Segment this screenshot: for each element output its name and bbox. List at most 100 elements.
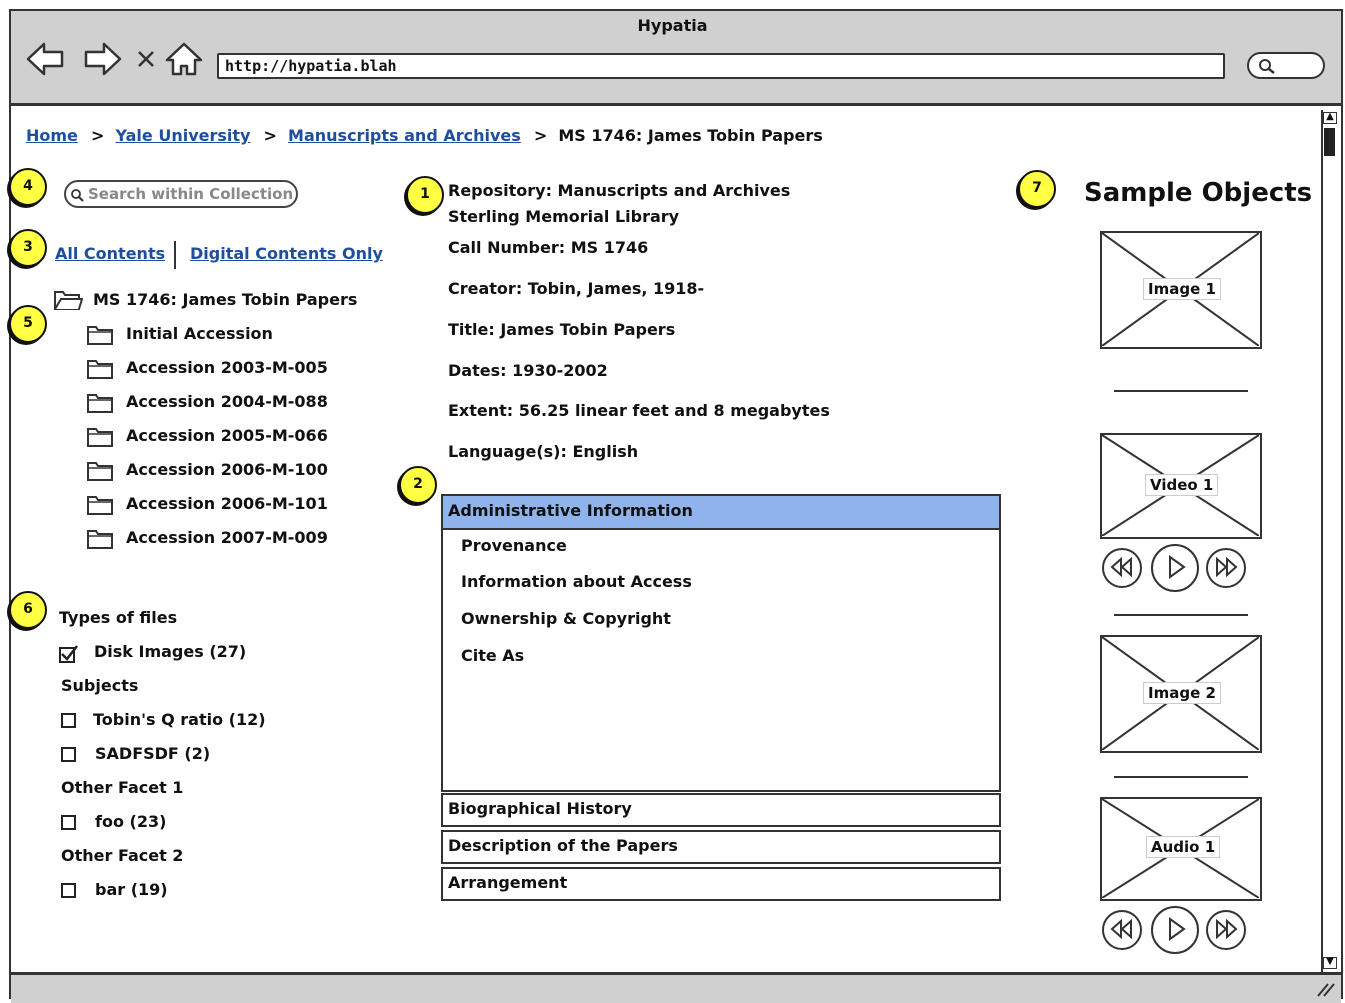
scroll-down-icon[interactable]: ▼ bbox=[1323, 957, 1337, 969]
breadcrumb-manuscripts[interactable]: Manuscripts and Archives bbox=[288, 126, 521, 145]
toggle-divider bbox=[174, 241, 176, 269]
accordion-link-provenance[interactable]: Provenance bbox=[461, 536, 567, 555]
checkbox[interactable] bbox=[61, 747, 76, 762]
folder-icon bbox=[87, 462, 113, 481]
play-button[interactable] bbox=[1151, 544, 1199, 592]
play-button[interactable] bbox=[1151, 906, 1199, 954]
facet-heading-types: Types of files bbox=[59, 608, 178, 627]
facet-option-foo[interactable]: foo (23) bbox=[95, 812, 166, 831]
forward-arrow-icon[interactable] bbox=[84, 42, 122, 76]
detail-dates: Dates: 1930-2002 bbox=[448, 361, 608, 380]
accordion-header-arrangement[interactable]: Arrangement bbox=[441, 867, 1001, 901]
accordion-link-cite-as[interactable]: Cite As bbox=[461, 646, 524, 665]
folder-icon bbox=[87, 394, 113, 413]
fast-forward-icon bbox=[1216, 556, 1238, 578]
object-label: Video 1 bbox=[1145, 474, 1219, 496]
breadcrumb-home[interactable]: Home bbox=[26, 126, 78, 145]
folder-icon bbox=[87, 360, 113, 379]
detail-language: Language(s): English bbox=[448, 442, 639, 461]
annotation-marker-6: 6 bbox=[9, 591, 47, 629]
folder-icon bbox=[87, 496, 113, 515]
accordion-header-biographical[interactable]: Biographical History bbox=[441, 793, 1001, 827]
fast-forward-icon bbox=[1216, 918, 1238, 940]
status-bar bbox=[11, 972, 1341, 1003]
accordion-link-access[interactable]: Information about Access bbox=[461, 572, 692, 591]
facet-option-sadfsdf[interactable]: SADFSDF (2) bbox=[95, 744, 210, 763]
facet-option-bar[interactable]: bar (19) bbox=[95, 880, 168, 899]
rewind-icon bbox=[1110, 918, 1132, 940]
collection-search-input[interactable]: Search within Collection bbox=[64, 180, 298, 208]
object-label: Image 2 bbox=[1143, 682, 1221, 704]
play-icon bbox=[1169, 917, 1186, 941]
tree-item[interactable]: Accession 2005-M-066 bbox=[126, 426, 328, 445]
digital-contents-link[interactable]: Digital Contents Only bbox=[190, 244, 383, 263]
search-placeholder: Search within Collection bbox=[88, 185, 294, 203]
search-icon bbox=[71, 189, 84, 202]
tree-item[interactable]: Accession 2003-M-005 bbox=[126, 358, 328, 377]
scroll-up-icon[interactable]: ▲ bbox=[1323, 112, 1337, 124]
tree-item[interactable]: Accession 2007-M-009 bbox=[126, 528, 328, 547]
detail-creator: Creator: Tobin, James, 1918- bbox=[448, 279, 705, 298]
checkbox-checked[interactable] bbox=[58, 644, 80, 664]
detail-extent: Extent: 56.25 linear feet and 8 megabyte… bbox=[448, 401, 830, 420]
home-icon[interactable] bbox=[165, 42, 203, 76]
facet-heading-other2: Other Facet 2 bbox=[61, 846, 184, 865]
breadcrumb-separator: > bbox=[263, 126, 277, 145]
tree-item[interactable]: Accession 2006-M-101 bbox=[126, 494, 328, 513]
scrollbar[interactable] bbox=[1321, 110, 1341, 972]
search-icon bbox=[1259, 59, 1275, 74]
tree-item[interactable]: Accession 2004-M-088 bbox=[126, 392, 328, 411]
annotation-marker-5: 5 bbox=[9, 305, 47, 343]
breadcrumb-separator: > bbox=[91, 126, 105, 145]
fast-forward-button[interactable] bbox=[1206, 548, 1246, 588]
accordion-header-administrative[interactable]: Administrative Information bbox=[441, 494, 1001, 530]
fast-forward-button[interactable] bbox=[1206, 910, 1246, 950]
tree-item[interactable]: Accession 2006-M-100 bbox=[126, 460, 328, 479]
object-separator bbox=[1114, 776, 1248, 778]
object-label: Image 1 bbox=[1143, 278, 1221, 300]
rewind-button[interactable] bbox=[1102, 910, 1142, 950]
detail-repository-line2: Sterling Memorial Library bbox=[448, 207, 680, 226]
annotation-marker-1: 1 bbox=[406, 176, 444, 214]
checkbox[interactable] bbox=[61, 883, 76, 898]
tree-root[interactable]: MS 1746: James Tobin Papers bbox=[93, 290, 357, 309]
breadcrumb: Home > Yale University > Manuscripts and… bbox=[26, 126, 823, 145]
sample-objects-heading: Sample Objects bbox=[1084, 178, 1313, 208]
resize-grip-icon[interactable] bbox=[1314, 980, 1336, 998]
open-folder-icon bbox=[54, 291, 83, 310]
facet-heading-subjects: Subjects bbox=[61, 676, 139, 695]
breadcrumb-current: MS 1746: James Tobin Papers bbox=[558, 126, 823, 145]
back-arrow-icon[interactable] bbox=[26, 42, 64, 76]
breadcrumb-yale[interactable]: Yale University bbox=[116, 126, 251, 145]
window-title: Hypatia bbox=[637, 16, 708, 35]
rewind-button[interactable] bbox=[1102, 548, 1142, 588]
nav-controls bbox=[26, 42, 203, 76]
folder-icon bbox=[87, 326, 113, 345]
detail-title: Title: James Tobin Papers bbox=[448, 320, 676, 339]
rewind-icon bbox=[1110, 556, 1132, 578]
annotation-marker-7: 7 bbox=[1018, 170, 1056, 208]
accordion-link-copyright[interactable]: Ownership & Copyright bbox=[461, 609, 671, 628]
browser-search-field[interactable] bbox=[1247, 52, 1325, 79]
play-icon bbox=[1169, 555, 1186, 579]
facet-heading-other1: Other Facet 1 bbox=[61, 778, 184, 797]
checkbox[interactable] bbox=[61, 815, 76, 830]
close-icon[interactable] bbox=[138, 51, 154, 67]
accordion-panel-administrative bbox=[441, 530, 1001, 792]
accordion-header-description[interactable]: Description of the Papers bbox=[441, 830, 1001, 864]
detail-call-number: Call Number: MS 1746 bbox=[448, 238, 649, 257]
annotation-marker-3: 3 bbox=[9, 229, 47, 267]
address-bar[interactable]: http://hypatia.blah bbox=[217, 53, 1225, 79]
tree-item[interactable]: Initial Accession bbox=[126, 324, 273, 343]
scrollbar-thumb[interactable] bbox=[1324, 128, 1335, 156]
folder-icon bbox=[87, 530, 113, 549]
object-label: Audio 1 bbox=[1146, 836, 1221, 858]
annotation-marker-2: 2 bbox=[399, 466, 437, 504]
facet-option-tobins-q[interactable]: Tobin's Q ratio (12) bbox=[93, 710, 266, 729]
facet-option-disk-images[interactable]: Disk Images (27) bbox=[94, 642, 246, 661]
all-contents-link[interactable]: All Contents bbox=[55, 244, 165, 263]
detail-repository: Repository: Manuscripts and Archives bbox=[448, 181, 791, 200]
folder-icon bbox=[87, 428, 113, 447]
object-separator bbox=[1114, 614, 1248, 616]
checkbox[interactable] bbox=[61, 713, 76, 728]
